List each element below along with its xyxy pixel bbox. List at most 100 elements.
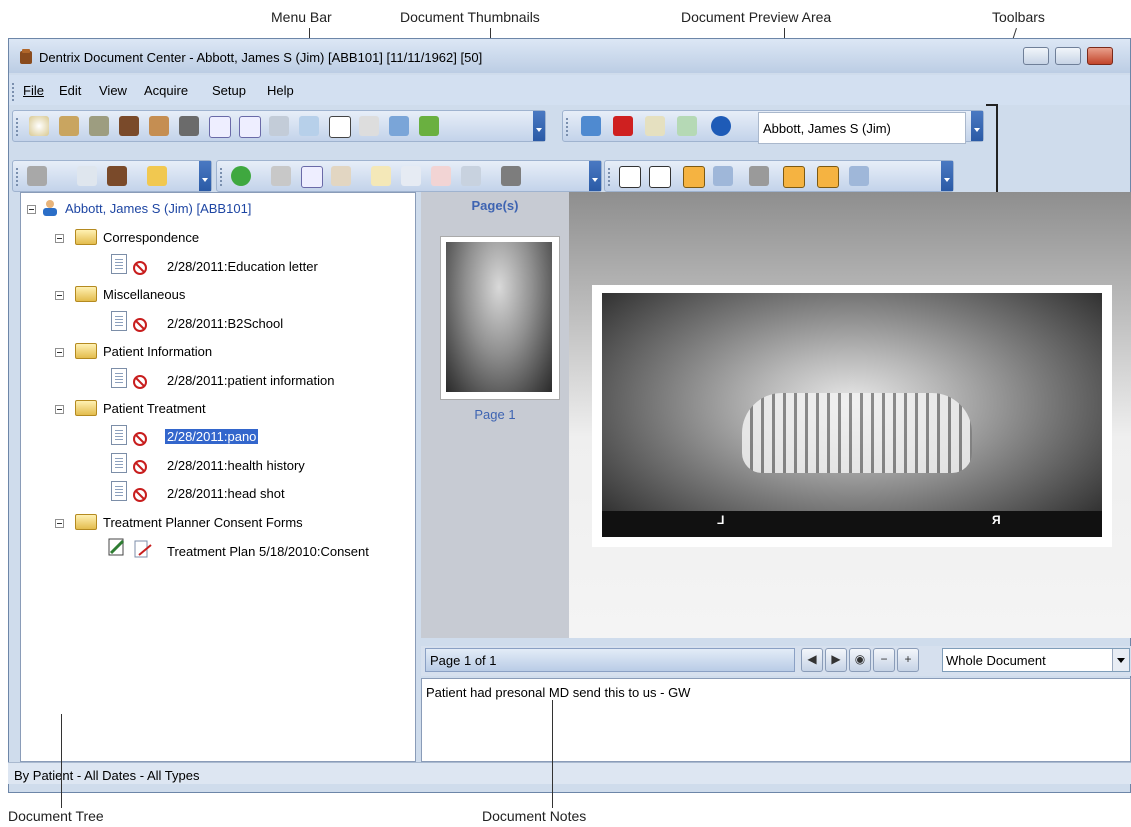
minimize-button[interactable]	[1023, 47, 1049, 65]
book-icon[interactable]	[119, 116, 139, 136]
list-icon[interactable]	[329, 116, 351, 138]
close-button[interactable]	[1087, 47, 1113, 65]
tree-document[interactable]: 2/28/2011:B2School	[167, 316, 283, 331]
tree-folder-correspondence[interactable]: Correspondence	[103, 230, 199, 245]
info-icon[interactable]	[711, 116, 731, 136]
toolbar-overflow-button[interactable]	[533, 111, 545, 141]
chart-icon[interactable]	[645, 116, 665, 136]
transfer-icon[interactable]	[677, 116, 697, 136]
xray-base	[602, 511, 1102, 537]
print-icon[interactable]	[271, 166, 291, 186]
tree-folder-treatment-planner-consent-forms[interactable]: Treatment Planner Consent Forms	[103, 515, 303, 530]
menu-view[interactable]: View	[99, 83, 127, 98]
tree-folder-patient-information[interactable]: Patient Information	[103, 344, 212, 359]
xray-frame: L R	[592, 285, 1112, 547]
page-blocked-icon[interactable]	[431, 166, 451, 186]
callout-document-tree: Document Tree	[8, 808, 104, 824]
camera-icon[interactable]	[59, 116, 79, 136]
clipboard-icon[interactable]	[107, 166, 127, 186]
tree-document[interactable]: Treatment Plan 5/18/2010:Consent	[167, 544, 369, 559]
tree-folder-patient-treatment[interactable]: Patient Treatment	[103, 401, 206, 416]
tree-expander[interactable]	[27, 205, 36, 214]
view-page-icon[interactable]	[783, 166, 805, 188]
open-folder-icon[interactable]	[147, 166, 167, 186]
scan-page-icon[interactable]	[461, 166, 481, 186]
photo-icon[interactable]	[299, 116, 319, 136]
menu-edit[interactable]: Edit	[59, 83, 81, 98]
document-icon	[111, 368, 127, 388]
signature-pen-icon[interactable]	[179, 116, 199, 136]
key-icon[interactable]	[749, 166, 769, 186]
family-view-icon[interactable]	[849, 166, 869, 186]
pencil-pad-icon[interactable]	[89, 116, 109, 136]
tree-expander[interactable]	[55, 234, 64, 243]
tree-document[interactable]: 2/28/2011:health history	[167, 458, 305, 473]
list-view-icon[interactable]	[649, 166, 671, 188]
next-page-icon[interactable]: ▶	[825, 648, 847, 672]
refresh-icon[interactable]	[231, 166, 251, 186]
folder-icon	[75, 343, 97, 359]
document-notes[interactable]: Patient had presonal MD send this to us …	[421, 678, 1131, 762]
thumbnails-header: Page(s)	[471, 198, 519, 213]
cup-icon[interactable]	[359, 116, 379, 136]
patient-name-field[interactable]: Abbott, James S (Jim)	[758, 112, 966, 144]
unavailable-icon	[133, 318, 147, 332]
tree-document[interactable]: 2/28/2011:patient information	[167, 373, 334, 388]
tooth-icon[interactable]	[29, 116, 49, 136]
fit-page-icon[interactable]: ◉	[849, 648, 871, 672]
menu-help[interactable]: Help	[267, 83, 294, 98]
zoom-select[interactable]: Whole Document	[942, 648, 1130, 672]
patient-select-icon[interactable]	[581, 116, 601, 136]
tree-expander[interactable]	[55, 519, 64, 528]
trash-icon[interactable]	[501, 166, 521, 186]
tree-expander[interactable]	[55, 405, 64, 414]
tree-document-selected[interactable]: 2/28/2011:pano	[165, 429, 259, 444]
page-navigation-bar: Page 1 of 1 ◀ ▶ ◉ − + Whole Document	[421, 646, 1131, 676]
tree-root-label[interactable]: Abbott, James S (Jim) [ABB101]	[65, 201, 251, 216]
maximize-button[interactable]	[1055, 47, 1081, 65]
page-icon[interactable]	[371, 166, 391, 186]
callout-toolbars: Toolbars	[992, 9, 1045, 25]
tree-expander[interactable]	[55, 348, 64, 357]
family-icon[interactable]	[817, 166, 839, 188]
toolbar-overflow-button[interactable]	[589, 161, 601, 191]
toolbar-overflow-button[interactable]	[199, 161, 211, 191]
acquire-icon[interactable]	[27, 166, 47, 186]
medical-cross-icon[interactable]	[613, 116, 633, 136]
export-icon[interactable]	[77, 166, 97, 186]
document-tree: Abbott, James S (Jim) [ABB101] Correspon…	[20, 192, 416, 762]
title-bar[interactable]: Dentrix Document Center - Abbott, James …	[9, 39, 1130, 73]
menu-acquire[interactable]: Acquire	[144, 83, 188, 98]
tree-document[interactable]: 2/28/2011:head shot	[167, 486, 285, 501]
document-preview-area[interactable]: L R	[569, 192, 1131, 638]
user-doc-icon[interactable]	[149, 116, 169, 136]
page-indicator: Page 1 of 1	[425, 648, 795, 672]
group-patients-icon[interactable]	[713, 166, 733, 186]
scanner-icon[interactable]	[269, 116, 289, 136]
zoom-out-icon[interactable]: −	[873, 648, 895, 672]
page-lines-icon[interactable]	[401, 166, 421, 186]
edit-image-icon[interactable]	[389, 116, 409, 136]
folder-icon	[75, 286, 97, 302]
card-icon[interactable]	[209, 116, 231, 138]
card-icon[interactable]	[301, 166, 323, 188]
menu-file[interactable]: File	[23, 83, 44, 98]
tree-folder-miscellaneous[interactable]: Miscellaneous	[103, 287, 185, 302]
toolbar-overflow-button[interactable]	[971, 111, 983, 141]
document-icon	[111, 425, 127, 445]
toolbar-overflow-button[interactable]	[941, 161, 953, 191]
detail-view-icon[interactable]	[619, 166, 641, 188]
single-patient-icon[interactable]	[683, 166, 705, 188]
green-pen-icon[interactable]	[419, 116, 439, 136]
document-icon	[111, 481, 127, 501]
note-card-icon[interactable]	[239, 116, 261, 138]
chevron-down-icon[interactable]	[1112, 649, 1129, 671]
previous-page-icon[interactable]: ◀	[801, 648, 823, 672]
tree-document[interactable]: 2/28/2011:Education letter	[167, 259, 318, 274]
send-icon[interactable]	[331, 166, 351, 186]
zoom-in-icon[interactable]: +	[897, 648, 919, 672]
tree-expander[interactable]	[55, 291, 64, 300]
page-thumbnail[interactable]	[440, 236, 560, 400]
menu-setup[interactable]: Setup	[212, 83, 246, 98]
document-icon	[111, 254, 127, 274]
